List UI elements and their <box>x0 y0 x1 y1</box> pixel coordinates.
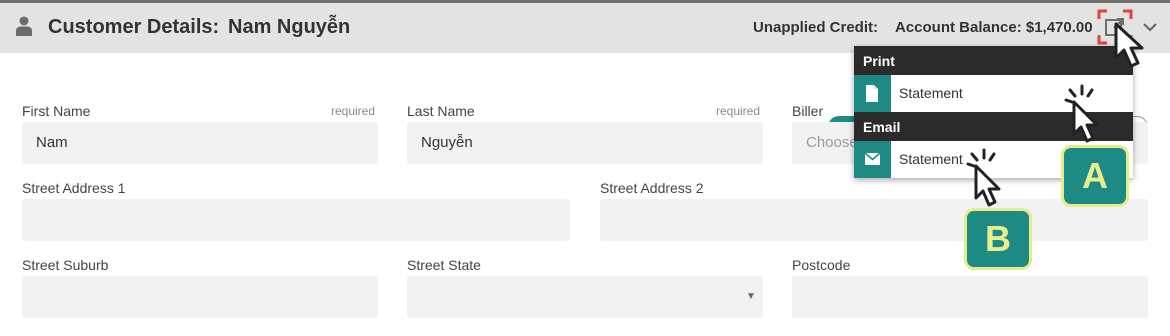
print-section-heading: Print <box>854 46 1133 75</box>
print-statement-label: Statement <box>899 85 963 101</box>
street-suburb-field[interactable] <box>22 276 378 318</box>
biller-label: Biller <box>792 103 824 119</box>
envelope-icon-box <box>854 141 891 178</box>
document-icon <box>866 85 878 102</box>
street-state-label: Street State <box>407 257 481 273</box>
last-name-field[interactable]: Nguyễn <box>407 122 763 164</box>
document-icon-box <box>854 75 891 112</box>
postcode-label: Postcode <box>792 257 851 273</box>
street-suburb-label: Street Suburb <box>22 257 109 273</box>
first-name-required: required <box>331 104 376 118</box>
last-name-required: required <box>716 104 761 118</box>
unapplied-credit-label: Unapplied Credit: <box>753 19 879 36</box>
envelope-icon <box>865 153 880 165</box>
last-name-label: Last Name <box>407 103 475 119</box>
page-title: Customer Details: <box>48 16 220 38</box>
email-statement-label: Statement <box>899 151 963 167</box>
step-badge-a: A <box>1061 145 1129 207</box>
step-badge-b: B <box>964 208 1032 270</box>
caret-down-icon: ▼ <box>746 291 756 302</box>
customer-name: Nam Nguyễn <box>228 16 351 38</box>
cursor-icon <box>1114 22 1144 68</box>
postcode-field[interactable] <box>792 276 1148 318</box>
account-balance: Account Balance: $1,470.00 <box>895 19 1093 36</box>
cursor-click-icon <box>966 148 1001 207</box>
cursor-click-icon <box>1064 84 1099 143</box>
street-address-2-label: Street Address 2 <box>600 180 704 196</box>
street-address-1-label: Street Address 1 <box>22 180 126 196</box>
person-icon <box>16 16 32 36</box>
street-address-1-field[interactable] <box>22 199 570 241</box>
first-name-label: First Name <box>22 103 91 119</box>
street-state-select[interactable] <box>407 276 763 318</box>
first-name-field[interactable]: Nam <box>22 122 378 164</box>
